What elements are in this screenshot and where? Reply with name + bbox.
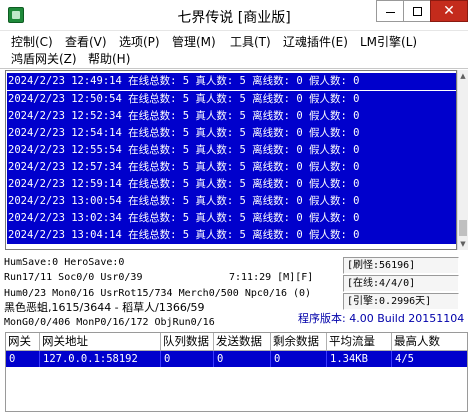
table-cell: 0 — [214, 351, 271, 367]
table-cell: 0 — [161, 351, 214, 367]
menu-plugins[interactable]: 辽魂插件(E) — [283, 34, 348, 50]
log-line: 2024/2/23 12:52:34 在线总数: 5 真人数: 5 离线数: 0… — [7, 108, 456, 125]
column-header[interactable]: 最高人数 — [392, 333, 467, 351]
table-cell: 0 — [6, 351, 40, 367]
title-bar: 七界传说 [商业版] ✕ — [0, 0, 468, 31]
table-cell: 127.0.0.1:58192 — [40, 351, 161, 367]
humsave-status: HumSave:0 HeroSave:0 — [4, 257, 125, 268]
menu-view[interactable]: 查看(V) — [65, 34, 107, 50]
log-line: 2024/2/23 12:57:34 在线总数: 5 真人数: 5 离线数: 0… — [7, 159, 456, 176]
version-label: 程序版本: 4.00 Build 20151104 — [298, 312, 465, 325]
close-button[interactable]: ✕ — [430, 0, 468, 22]
menu-tools[interactable]: 工具(T) — [230, 34, 271, 50]
table-cell: 0 — [271, 351, 327, 367]
hum-status: Hum0/23 Mon0/16 UsrRot15/734 Merch0/500 … — [4, 288, 312, 299]
log-line: 2024/2/23 13:00:54 在线总数: 5 真人数: 5 离线数: 0… — [7, 193, 456, 210]
log-line: 2024/2/23 12:55:54 在线总数: 5 真人数: 5 离线数: 0… — [7, 142, 456, 159]
log-line: 2024/2/23 12:59:14 在线总数: 5 真人数: 5 离线数: 0… — [7, 176, 456, 193]
log-line: 2024/2/23 13:04:14 在线总数: 5 真人数: 5 离线数: 0… — [7, 227, 456, 244]
scroll-thumb[interactable] — [459, 220, 467, 236]
column-header[interactable]: 发送数据 — [214, 333, 271, 351]
menu-control[interactable]: 控制(C) — [11, 34, 53, 50]
online-panel: [在线:4/4/0] — [343, 275, 459, 292]
menu-options[interactable]: 选项(P) — [119, 34, 160, 50]
run-status: Run17/11 Soc0/0 Usr0/39 — [4, 272, 143, 283]
close-icon: ✕ — [443, 3, 455, 19]
column-header[interactable]: 网关地址 — [40, 333, 161, 351]
maximize-icon — [413, 7, 422, 16]
scroll-down-icon[interactable]: ▼ — [458, 238, 468, 250]
log-line: 2024/2/23 12:49:14 在线总数: 5 真人数: 5 离线数: 0… — [7, 73, 456, 90]
menu-bar: 控制(C) 查看(V) 选项(P) 管理(M) 工具(T) 辽魂插件(E) LM… — [0, 31, 468, 69]
table-cell: 1.34KB — [327, 351, 392, 367]
menu-engine[interactable]: LM引擎(L) — [360, 34, 417, 50]
column-header[interactable]: 平均流量 — [327, 333, 392, 351]
mong-status: MonG0/0/406 MonP0/16/172 ObjRun0/16 — [4, 317, 215, 328]
log-area[interactable]: 2024/2/23 12:49:14 在线总数: 5 真人数: 5 离线数: 0… — [5, 70, 457, 250]
monster-status: 黑色恶蛆,1615/3644 - 稻草人/1366/59 — [4, 301, 205, 314]
gateway-table[interactable]: 网关 网关地址 队列数据 发送数据 剩余数据 平均流量 最高人数 0 127.0… — [5, 332, 468, 412]
minimize-button[interactable] — [376, 0, 404, 22]
engine-panel: [引擎:0.2996天] — [343, 293, 459, 310]
column-header[interactable]: 剩余数据 — [271, 333, 327, 351]
log-line: 2024/2/23 12:50:54 在线总数: 5 真人数: 5 离线数: 0… — [7, 91, 456, 108]
log-line: 2024/2/23 12:54:14 在线总数: 5 真人数: 5 离线数: 0… — [7, 125, 456, 142]
column-header[interactable]: 网关 — [6, 333, 40, 351]
scroll-up-icon[interactable]: ▲ — [458, 70, 468, 82]
refresh-panel: [刷怪:56196] — [343, 257, 459, 274]
maximize-button[interactable] — [403, 0, 431, 22]
table-cell: 4/5 — [392, 351, 467, 367]
column-header[interactable]: 队列数据 — [161, 333, 214, 351]
menu-gateway[interactable]: 鸿盾网关(Z) — [11, 51, 77, 67]
menu-manage[interactable]: 管理(M) — [172, 34, 216, 50]
menu-help[interactable]: 帮助(H) — [88, 51, 130, 67]
log-line: 2024/2/23 13:02:34 在线总数: 5 真人数: 5 离线数: 0… — [7, 210, 456, 227]
log-scrollbar[interactable]: ▲ ▼ — [457, 70, 468, 250]
minimize-icon — [386, 12, 395, 13]
server-time: 7:11:29 [M][F] — [229, 272, 314, 283]
